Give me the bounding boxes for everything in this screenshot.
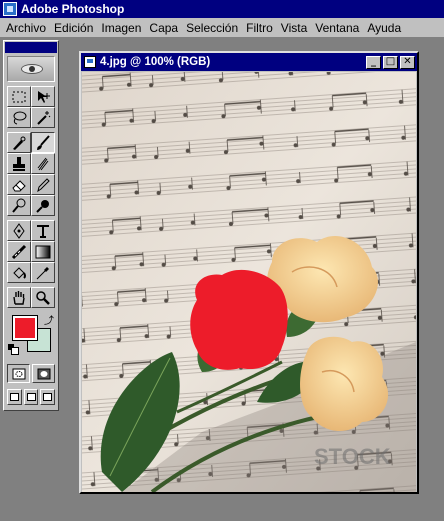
hand-tool[interactable] (7, 287, 31, 308)
eyedropper-icon (36, 266, 49, 279)
smudge-icon (37, 157, 49, 170)
image-canvas[interactable]: STOCK (82, 72, 416, 492)
photo-sheet-music-roses: STOCK (82, 72, 416, 492)
menu-seleccion[interactable]: Selección (182, 21, 242, 35)
zoom-tool[interactable] (31, 287, 55, 308)
menu-filtro[interactable]: Filtro (242, 21, 277, 35)
eyedropper-tool[interactable] (31, 262, 55, 283)
app-title-bar: Adobe Photoshop (0, 0, 444, 18)
document-window: 4.jpg @ 100% (RGB) _ □ ✕ STOCK (79, 51, 419, 494)
eye-logo[interactable] (7, 56, 55, 82)
hand-icon (13, 290, 25, 305)
document-icon (84, 56, 96, 68)
standard-screen-button[interactable] (7, 389, 22, 405)
watermark-text: STOCK (314, 444, 391, 469)
dashed-rect-icon (12, 91, 26, 102)
quick-mask-icon (37, 368, 50, 379)
line-icon (11, 244, 27, 259)
default-colors-icon[interactable] (8, 344, 19, 355)
burn-tool[interactable] (31, 195, 55, 216)
magnifier-icon (36, 290, 50, 305)
standard-mode-icon (12, 368, 25, 379)
airbrush-tool[interactable] (7, 132, 31, 153)
smudge-tool[interactable] (31, 153, 55, 174)
app-title: Adobe Photoshop (21, 2, 125, 16)
dodge-icon (12, 198, 26, 213)
airbrush-icon (13, 136, 26, 150)
foreground-color-swatch[interactable] (12, 315, 38, 341)
menu-ventana[interactable]: Ventana (311, 21, 363, 35)
eraser-tool[interactable] (7, 174, 31, 195)
gradient-tool[interactable] (31, 241, 55, 262)
menu-capa[interactable]: Capa (145, 21, 182, 35)
bucket-icon (13, 266, 26, 279)
eraser-icon (12, 179, 26, 191)
full-screen-menu-button[interactable] (23, 389, 39, 405)
burn-icon (36, 199, 49, 213)
standard-mode-button[interactable] (7, 364, 30, 383)
eye-icon (21, 64, 43, 74)
line-tool[interactable] (7, 241, 31, 262)
menu-vista[interactable]: Vista (277, 21, 311, 35)
close-button[interactable]: ✕ (400, 55, 415, 69)
paintbrush-icon (37, 134, 50, 150)
rubber-stamp-tool[interactable] (7, 153, 31, 174)
minimize-button[interactable]: _ (366, 55, 381, 69)
lasso-icon (13, 111, 27, 124)
full-screen-button[interactable] (40, 389, 56, 405)
photoshop-app-icon (3, 2, 17, 16)
paint-bucket-tool[interactable] (7, 262, 31, 283)
document-title-bar[interactable]: 4.jpg @ 100% (RGB) _ □ ✕ (81, 53, 417, 71)
swap-colors-icon[interactable]: ⤴ (44, 312, 54, 327)
screen-mode-icon (9, 393, 19, 401)
quick-mask-mode-button[interactable] (32, 364, 55, 383)
pen-icon (13, 222, 25, 239)
magic-wand-tool[interactable] (31, 107, 55, 128)
move-arrows-icon (38, 90, 50, 103)
toolbox-panel: ⤴ (3, 40, 59, 411)
type-icon (37, 224, 49, 238)
pencil-tool[interactable] (31, 174, 55, 195)
move-tool[interactable] (31, 86, 55, 107)
menu-imagen[interactable]: Imagen (97, 21, 145, 35)
menu-archivo[interactable]: Archivo (2, 21, 50, 35)
stamp-icon (13, 156, 25, 171)
screen-mode-icon (26, 393, 36, 401)
marquee-tool[interactable] (7, 86, 31, 107)
toolbox-title-bar[interactable] (5, 42, 57, 53)
maximize-button[interactable]: □ (383, 55, 398, 69)
screen-mode-icon (43, 393, 53, 401)
paintbrush-tool[interactable] (31, 132, 55, 153)
lasso-tool[interactable] (7, 107, 31, 128)
dodge-tool[interactable] (7, 195, 31, 216)
menu-ayuda[interactable]: Ayuda (363, 21, 405, 35)
menu-bar: Archivo Edición Imagen Capa Selección Fi… (0, 18, 444, 38)
document-title: 4.jpg @ 100% (RGB) (100, 56, 211, 68)
pencil-icon (37, 177, 50, 192)
pen-tool[interactable] (7, 220, 31, 241)
color-swatches: ⤴ (7, 312, 55, 358)
type-tool[interactable] (31, 220, 55, 241)
gradient-icon (35, 245, 51, 258)
magic-wand-icon (37, 110, 51, 125)
menu-edicion[interactable]: Edición (50, 21, 97, 35)
